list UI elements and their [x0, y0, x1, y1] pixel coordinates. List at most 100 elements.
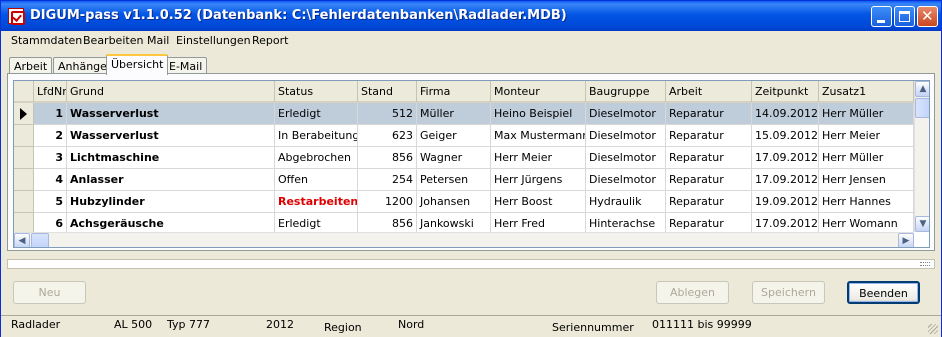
cell-arbeit[interactable]: Reparatur [666, 147, 752, 169]
cell-firma[interactable]: Johansen [417, 191, 491, 213]
cell-zeitpunkt[interactable]: 17.09.2012 [752, 147, 819, 169]
data-grid[interactable]: LfdNr Grund Status Stand Firma Monteur B… [13, 80, 930, 248]
cell-firma[interactable]: Müller [417, 103, 491, 125]
cell-firma[interactable]: Petersen [417, 169, 491, 191]
cell-lfdnr[interactable]: 4 [34, 169, 67, 191]
cell-baugruppe[interactable]: Dieselmotor [586, 103, 666, 125]
cell-arbeit[interactable]: Reparatur [666, 103, 752, 125]
cell-zeitpunkt[interactable]: 14.09.2012 [752, 103, 819, 125]
cell-stand[interactable]: 1200 [358, 191, 417, 213]
column-header-grund[interactable]: Grund [67, 81, 275, 103]
cell-monteur[interactable]: Heino Beispiel [491, 103, 586, 125]
title-bar[interactable]: DIGUM-pass v1.1.0.52 (Datenbank: C:\Fehl… [1, 1, 941, 31]
scroll-down-arrow-icon[interactable]: ▼ [915, 216, 929, 232]
cell-zeitpunkt[interactable]: 15.09.2012 [752, 125, 819, 147]
cell-zusatz1[interactable]: Herr Meier [819, 125, 914, 147]
row-selector[interactable] [14, 191, 34, 213]
resize-grip-icon[interactable] [928, 324, 938, 334]
column-header-monteur[interactable]: Monteur [491, 81, 586, 103]
cell-lfdnr[interactable]: 3 [34, 147, 67, 169]
column-header-arbeit[interactable]: Arbeit [666, 81, 752, 103]
cell-arbeit[interactable]: Reparatur [666, 191, 752, 213]
beenden-button[interactable]: Beenden [847, 281, 920, 304]
status-vehicle-type: Radlader [11, 318, 61, 331]
cell-status[interactable]: Erledigt [275, 103, 358, 125]
cell-grund[interactable]: Lichtmaschine [67, 147, 275, 169]
cell-grund[interactable]: Hubzylinder [67, 191, 275, 213]
horizontal-scroll-thumb[interactable] [31, 233, 49, 247]
column-header-status[interactable]: Status [275, 81, 358, 103]
cell-baugruppe[interactable]: Dieselmotor [586, 169, 666, 191]
maximize-button[interactable] [894, 6, 915, 27]
column-header-firma[interactable]: Firma [417, 81, 491, 103]
cell-baugruppe[interactable]: Dieselmotor [586, 147, 666, 169]
minimize-icon [877, 20, 885, 23]
cell-stand[interactable]: 254 [358, 169, 417, 191]
cell-baugruppe[interactable]: Dieselmotor [586, 125, 666, 147]
table-row[interactable]: 1 Wasserverlust Erledigt 512 Müller Heino Bei… [14, 103, 914, 125]
cell-arbeit[interactable]: Reparatur [666, 169, 752, 191]
column-header-baugruppe[interactable]: Baugruppe [586, 81, 666, 103]
cell-status[interactable]: Restarbeiten [275, 191, 358, 213]
cell-zusatz1[interactable]: Herr Müller [819, 103, 914, 125]
row-selector[interactable] [14, 125, 34, 147]
scroll-right-arrow-icon[interactable]: ▶ [898, 233, 914, 247]
vertical-scroll-thumb[interactable] [915, 98, 929, 118]
vertical-scrollbar[interactable]: ▲ ▼ [914, 81, 929, 232]
app-checkmark-icon[interactable] [8, 8, 25, 25]
cell-zusatz1[interactable]: Herr Müller [819, 147, 914, 169]
cell-status[interactable]: In Berabeitung [275, 125, 358, 147]
cell-zeitpunkt[interactable]: 17.09.2012 [752, 169, 819, 191]
menu-report[interactable]: Report [252, 34, 288, 47]
column-header-lfdnr[interactable]: LfdNr [34, 81, 67, 103]
menu-stammdaten[interactable]: Stammdaten [11, 34, 82, 47]
row-selector[interactable] [14, 147, 34, 169]
column-header-zusatz1[interactable]: Zusatz1 [819, 81, 914, 103]
cell-firma[interactable]: Wagner [417, 147, 491, 169]
column-header-zeitpunkt[interactable]: Zeitpunkt [752, 81, 819, 103]
menu-bearbeiten[interactable]: Bearbeiten [83, 34, 143, 47]
splitter-grip-icon[interactable] [920, 262, 930, 266]
menu-einstellungen[interactable]: Einstellungen [176, 34, 251, 47]
table-row[interactable]: 3 Lichtmaschine Abgebrochen 856 Wagner Herr M… [14, 147, 914, 169]
cell-zeitpunkt[interactable]: 19.09.2012 [752, 191, 819, 213]
table-row[interactable]: 2 Wasserverlust In Berabeitung 623 Geiger Max… [14, 125, 914, 147]
cell-grund[interactable]: Wasserverlust [67, 103, 275, 125]
cell-monteur[interactable]: Max Mustermann [491, 125, 586, 147]
cell-lfdnr[interactable]: 5 [34, 191, 67, 213]
horizontal-scrollbar[interactable]: ◀ ▶ [14, 232, 914, 247]
cell-monteur[interactable]: Herr Meier [491, 147, 586, 169]
cell-status[interactable]: Abgebrochen [275, 147, 358, 169]
cell-status[interactable]: Offen [275, 169, 358, 191]
table-row[interactable]: 4 Anlasser Offen 254 Petersen Herr Jürgens Die… [14, 169, 914, 191]
menu-bar: Stammdaten Bearbeiten Mail Einstellungen… [1, 31, 941, 51]
close-button[interactable]: ✕ [917, 6, 938, 27]
cell-stand[interactable]: 856 [358, 147, 417, 169]
cell-stand[interactable]: 512 [358, 103, 417, 125]
cell-baugruppe[interactable]: Hydraulik [586, 191, 666, 213]
scroll-up-arrow-icon[interactable]: ▲ [915, 81, 929, 97]
cell-firma[interactable]: Geiger [417, 125, 491, 147]
row-selector[interactable] [14, 169, 34, 191]
cell-lfdnr[interactable]: 1 [34, 103, 67, 125]
cell-monteur[interactable]: Herr Jürgens [491, 169, 586, 191]
cell-zusatz1[interactable]: Herr Hannes [819, 191, 914, 213]
speichern-button[interactable]: Speichern [752, 281, 825, 304]
cell-grund[interactable]: Anlasser [67, 169, 275, 191]
minimize-button[interactable] [871, 6, 892, 27]
neu-button[interactable]: Neu [13, 281, 86, 304]
row-selector[interactable] [14, 103, 34, 125]
ablegen-button[interactable]: Ablegen [656, 281, 729, 304]
tab-uebersicht[interactable]: Übersicht [106, 54, 169, 75]
cell-stand[interactable]: 623 [358, 125, 417, 147]
cell-monteur[interactable]: Herr Boost [491, 191, 586, 213]
cell-zusatz1[interactable]: Herr Jensen [819, 169, 914, 191]
cell-arbeit[interactable]: Reparatur [666, 125, 752, 147]
cell-grund[interactable]: Wasserverlust [67, 125, 275, 147]
menu-mail[interactable]: Mail [147, 34, 169, 47]
scroll-left-arrow-icon[interactable]: ◀ [14, 233, 30, 247]
column-header-stand[interactable]: Stand [358, 81, 417, 103]
table-row[interactable]: 5 Hubzylinder Restarbeiten 1200 Johansen Herr… [14, 191, 914, 213]
cell-lfdnr[interactable]: 2 [34, 125, 67, 147]
splitter-bar[interactable] [7, 259, 935, 269]
